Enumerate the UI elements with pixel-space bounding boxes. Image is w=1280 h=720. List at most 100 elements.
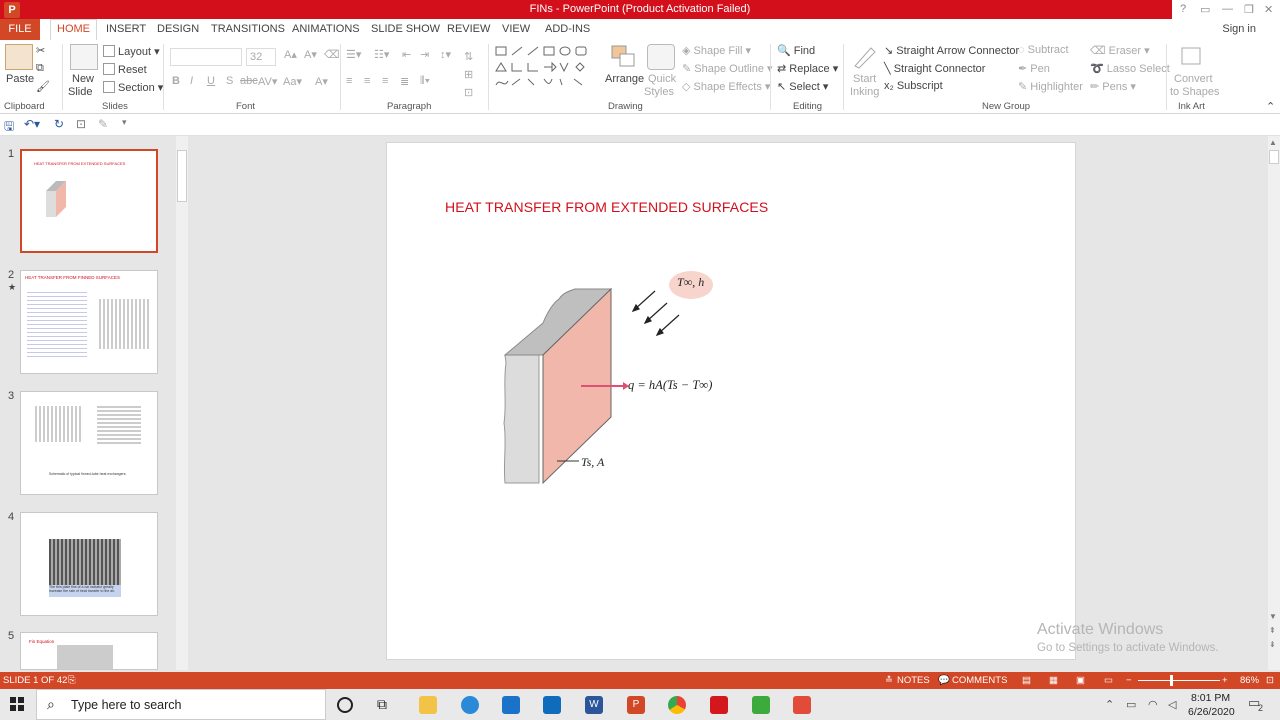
clock-time[interactable]: 8:01 PM (1191, 692, 1230, 704)
slide-scrollbar[interactable]: ▲ ▼ ⇞ ⇟ (1268, 136, 1280, 670)
sign-in-link[interactable]: Sign in (1222, 23, 1256, 35)
start-inking-icon[interactable] (851, 44, 879, 70)
copy-icon[interactable]: ⧉ (36, 62, 44, 75)
tab-view[interactable]: VIEW (502, 23, 530, 35)
slide-thumbnail-4[interactable]: The thin plate fins of a car radiator gr… (20, 512, 158, 616)
increase-indent-icon[interactable]: ⇥ (420, 48, 429, 61)
find-button[interactable]: 🔍 Find (777, 44, 815, 57)
replace-button[interactable]: ⇄ Replace ▾ (777, 62, 838, 75)
minimize-icon[interactable]: — (1222, 3, 1233, 15)
clock-date[interactable]: 6/26/2020 (1188, 706, 1235, 718)
highlighter-button[interactable]: ✎ Highlighter (1018, 80, 1083, 93)
tab-slide-show[interactable]: SLIDE SHOW (371, 23, 440, 35)
font-color-icon[interactable]: A▾ (315, 75, 328, 88)
spell-check-icon[interactable]: ⎘ (68, 675, 76, 686)
justify-icon[interactable]: ≣ (400, 75, 409, 88)
tab-file[interactable]: FILE (0, 19, 40, 40)
undo-icon[interactable]: ↶▾ (24, 117, 40, 131)
word-app-icon[interactable]: W (585, 696, 603, 714)
font-size-input[interactable]: 32 (246, 48, 276, 66)
touch-mode-icon[interactable]: ✎ (98, 117, 108, 131)
decrease-indent-icon[interactable]: ⇤ (402, 48, 411, 61)
subtract-button[interactable]: ◌ Subtract (1018, 44, 1069, 56)
camtasia-icon[interactable] (752, 696, 770, 714)
taskbar-search-box[interactable]: ⌕ Type here to search (36, 689, 326, 720)
task-view-icon[interactable]: ⧉ (377, 696, 395, 714)
convert-shapes-icon[interactable] (1178, 44, 1206, 70)
eraser-button[interactable]: ⌫ Eraser ▾ (1090, 44, 1150, 57)
zoom-level[interactable]: 86% (1240, 675, 1259, 686)
select-button[interactable]: ↖ Select ▾ (777, 80, 828, 93)
subscript-button[interactable]: x₂ Subscript (884, 80, 943, 92)
cut-icon[interactable]: ✂ (36, 44, 45, 57)
previous-slide-icon[interactable]: ⇞ (1269, 626, 1276, 635)
line-spacing-icon[interactable]: ↕▾ (440, 48, 451, 61)
columns-icon[interactable]: ⫴▾ (420, 75, 430, 88)
edge-browser-icon[interactable] (461, 696, 479, 714)
change-case-icon[interactable]: Aa▾ (283, 75, 302, 88)
new-slide-label-2[interactable]: Slide (68, 86, 92, 98)
text-direction-icon[interactable]: ⇅ (464, 50, 473, 63)
slide-canvas[interactable]: HEAT TRANSFER FROM EXTENDED SURFACES T∞,… (386, 142, 1076, 660)
thumbnail-scrollbar[interactable] (176, 136, 188, 670)
slide-thumbnail-5[interactable]: Fin Equation (20, 632, 158, 670)
straight-arrow-connector-button[interactable]: ↘ Straight Arrow Connector (884, 44, 1019, 57)
shape-outline-button[interactable]: ✎ Shape Outline ▾ (682, 62, 773, 75)
collapse-ribbon-icon[interactable]: ⌃ (1266, 100, 1275, 113)
customize-qat-icon[interactable]: ▾ (122, 117, 127, 128)
zoom-slider[interactable] (1138, 680, 1220, 681)
windows-start-icon[interactable] (10, 697, 24, 711)
bold-icon[interactable]: B (172, 75, 180, 87)
convert-label-2[interactable]: to Shapes (1170, 86, 1220, 98)
show-hidden-icons-icon[interactable]: ⌃ (1105, 698, 1114, 711)
section-button[interactable]: Section ▾ (103, 81, 163, 94)
redo-icon[interactable]: ↻ (54, 117, 64, 131)
align-center-icon[interactable]: ≡ (364, 75, 370, 87)
smartart-icon[interactable]: ⊡ (464, 86, 473, 99)
normal-view-icon[interactable]: ▤ (1022, 675, 1031, 686)
slide-thumbnail-3[interactable]: Schematic of typical finned-tube heat ex… (20, 391, 158, 495)
format-painter-icon[interactable]: 🖌 (36, 80, 50, 93)
close-icon[interactable]: ✕ (1264, 3, 1273, 16)
clear-formatting-icon[interactable]: ⌫ (324, 48, 340, 61)
slide-sorter-icon[interactable]: ▦ (1049, 675, 1058, 686)
font-name-input[interactable] (170, 48, 242, 66)
battery-icon[interactable]: ▭ (1126, 698, 1136, 711)
slide-thumbnail-2[interactable]: HEAT TRANSFER FROM FINNED SURFACES (20, 270, 158, 374)
bullets-icon[interactable]: ☰▾ (346, 48, 361, 61)
slide-counter[interactable]: SLIDE 1 OF 42 (3, 675, 67, 686)
shape-fill-button[interactable]: ◈ Shape Fill ▾ (682, 44, 751, 57)
quick-styles-label-2[interactable]: Styles (644, 86, 674, 98)
reset-button[interactable]: Reset (103, 63, 147, 76)
help-icon[interactable]: ? (1180, 3, 1186, 15)
ribbon-display-icon[interactable]: ▭ (1200, 3, 1210, 16)
tab-review[interactable]: REVIEW (447, 23, 490, 35)
new-slide-icon[interactable] (70, 44, 98, 70)
volume-icon[interactable]: ◁ (1168, 698, 1176, 711)
quick-styles-label-1[interactable]: Quick (648, 73, 676, 85)
shape-effects-button[interactable]: ◇ Shape Effects ▾ (682, 80, 770, 93)
shadow-icon[interactable]: S (226, 75, 233, 87)
underline-icon[interactable]: U (207, 75, 215, 87)
slide-show-icon[interactable]: ▭ (1104, 675, 1113, 686)
tab-design[interactable]: DESIGN (157, 23, 199, 35)
scroll-down-icon[interactable]: ▼ (1269, 612, 1277, 621)
grow-font-icon[interactable]: A▴ (284, 48, 297, 61)
italic-icon[interactable]: I (190, 75, 193, 87)
quick-styles-icon[interactable] (647, 44, 675, 70)
zoom-out-icon[interactable]: − (1126, 675, 1132, 686)
shrink-font-icon[interactable]: A▾ (304, 48, 317, 61)
straight-connector-button[interactable]: ╲ Straight Connector (884, 62, 985, 75)
start-from-beginning-icon[interactable]: ⊡ (76, 117, 86, 131)
tab-transitions[interactable]: TRANSITIONS (211, 23, 285, 35)
arrange-button[interactable]: Arrange (605, 73, 644, 85)
pens-button[interactable]: ✏ Pens ▾ (1090, 80, 1136, 93)
start-inking-label-1[interactable]: Start (853, 73, 876, 85)
acrobat-icon[interactable] (710, 696, 728, 714)
strikethrough-icon[interactable]: abc (240, 75, 258, 87)
slide-thumbnail-1[interactable]: HEAT TRANSFER FROM EXTENDED SURFACES (20, 149, 158, 253)
lasso-select-button[interactable]: ➰ Lasso Select (1090, 62, 1170, 75)
align-text-icon[interactable]: ⊞ (464, 68, 473, 81)
store-icon[interactable] (502, 696, 520, 714)
scroll-thumb[interactable] (1269, 150, 1279, 164)
